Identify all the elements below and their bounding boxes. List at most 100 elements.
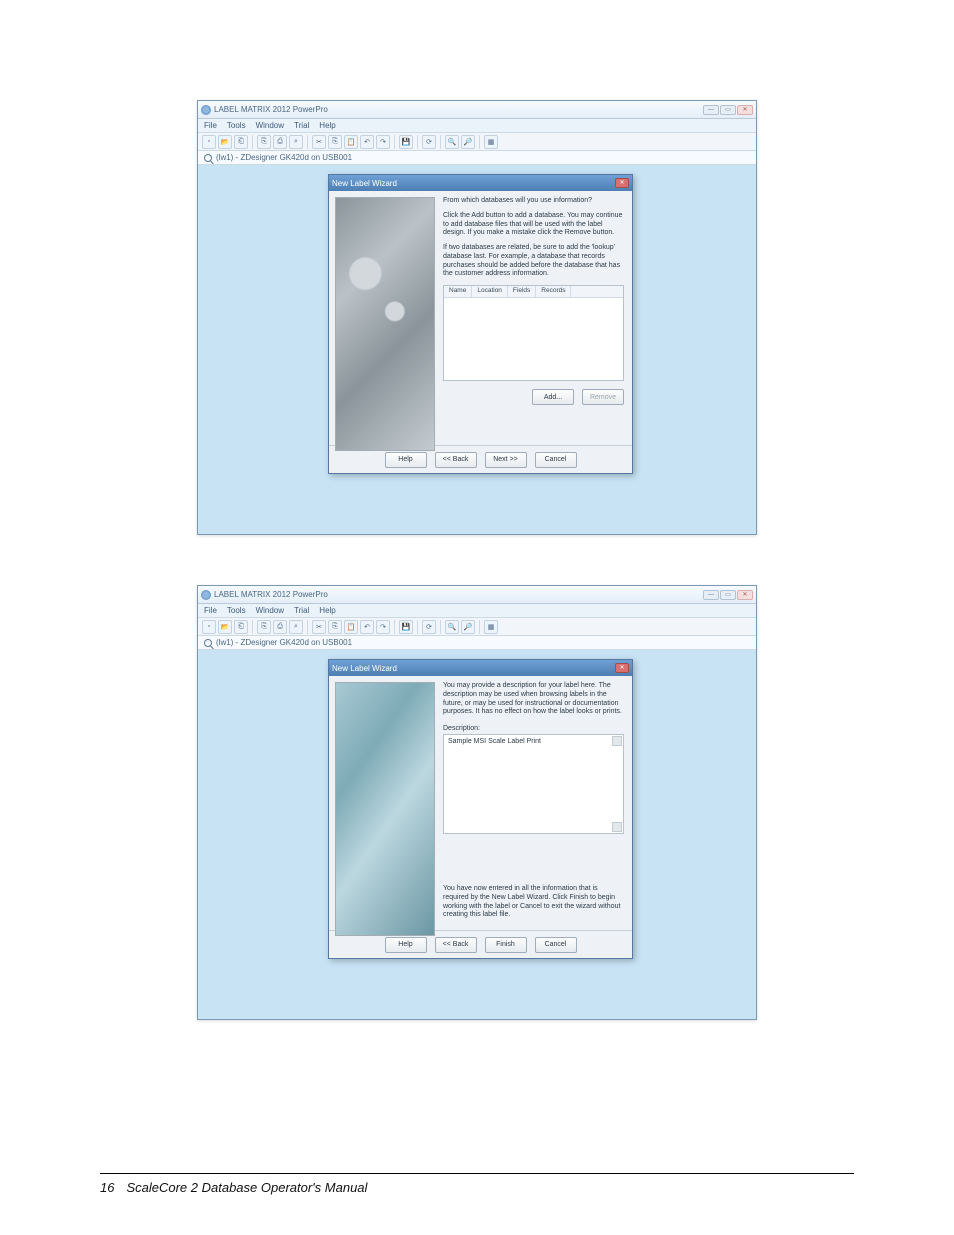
tb-print-icon[interactable]: ⎙	[273, 620, 287, 634]
tb-open-icon[interactable]: 📂	[218, 135, 232, 149]
description-input[interactable]: Sample MSI Scale Label Print	[443, 734, 624, 834]
tb-close-icon[interactable]: ⎗	[234, 135, 248, 149]
menu-tools[interactable]: Tools	[227, 606, 246, 615]
col-records[interactable]: Records	[536, 286, 571, 297]
next-button[interactable]: Next >>	[485, 452, 527, 468]
database-table: Name Location Fields Records	[443, 285, 624, 381]
tb-sep	[307, 135, 308, 149]
tb-sep	[417, 620, 418, 634]
menu-window[interactable]: Window	[256, 121, 284, 130]
menu-file[interactable]: File	[204, 121, 217, 130]
menu-trial[interactable]: Trial	[294, 121, 309, 130]
tb-cut-icon[interactable]: ✂	[312, 135, 326, 149]
tb-undo-icon[interactable]: ↶	[360, 135, 374, 149]
database-table-body	[444, 298, 623, 380]
wizard-close-button[interactable]: ✕	[615, 663, 629, 673]
tb-redo-icon[interactable]: ↷	[376, 620, 390, 634]
wizard-finish-note: You have now entered in all the informat…	[443, 885, 624, 920]
tb-new-icon[interactable]: ▫	[202, 620, 216, 634]
tb-paste-icon[interactable]: 📋	[344, 135, 358, 149]
menu-tools[interactable]: Tools	[227, 121, 246, 130]
tb-grid-icon[interactable]: ▦	[484, 135, 498, 149]
add-button[interactable]: Add...	[532, 389, 574, 405]
minimize-button[interactable]: —	[703, 105, 719, 115]
tb-cut-icon[interactable]: ✂	[312, 620, 326, 634]
wizard-titlebar: New Label Wizard ✕	[329, 660, 632, 676]
workspace-canvas: New Label Wizard ✕ From which databases …	[198, 165, 756, 534]
menu-window[interactable]: Window	[256, 606, 284, 615]
scroll-down-icon[interactable]	[612, 822, 622, 832]
tb-refresh-icon[interactable]: ⟳	[422, 135, 436, 149]
tb-new-icon[interactable]: ▫	[202, 135, 216, 149]
tb-copy-icon[interactable]: ⎘	[328, 135, 342, 149]
tb-refresh-icon[interactable]: ⟳	[422, 620, 436, 634]
help-button[interactable]: Help	[385, 452, 427, 468]
workspace-canvas: New Label Wizard ✕ You may provide a des…	[198, 650, 756, 1019]
tb-sep	[440, 620, 441, 634]
cancel-button[interactable]: Cancel	[535, 452, 577, 468]
tb-sep	[417, 135, 418, 149]
tb-sep	[479, 620, 480, 634]
tb-save-icon[interactable]: 💾	[399, 620, 413, 634]
tb-zoomin-icon[interactable]: 🔎	[461, 620, 475, 634]
tb-sep	[307, 620, 308, 634]
menu-help[interactable]: Help	[319, 606, 335, 615]
help-button[interactable]: Help	[385, 937, 427, 953]
tb-preview-icon[interactable]: ⌕	[289, 135, 303, 149]
tb-open-icon[interactable]: 📂	[218, 620, 232, 634]
tb-grid-icon[interactable]: ▦	[484, 620, 498, 634]
tb-paste-icon[interactable]: 📋	[344, 620, 358, 634]
printer-label: (lw1) - ZDesigner GK420d on USB001	[216, 153, 352, 162]
tb-copy-icon[interactable]: ⎘	[328, 620, 342, 634]
menu-file[interactable]: File	[204, 606, 217, 615]
col-name[interactable]: Name	[444, 286, 472, 297]
document-page: LABEL MATRIX 2012 PowerPro — ▭ ✕ File To…	[0, 0, 954, 1235]
maximize-button[interactable]: ▭	[720, 590, 736, 600]
wizard-image	[335, 197, 435, 451]
scroll-up-icon[interactable]	[612, 736, 622, 746]
maximize-button[interactable]: ▭	[720, 105, 736, 115]
minimize-button[interactable]: —	[703, 590, 719, 600]
back-button[interactable]: << Back	[435, 452, 477, 468]
menu-help[interactable]: Help	[319, 121, 335, 130]
menubar: File Tools Window Trial Help	[198, 119, 756, 133]
wizard-instruction-1: Click the Add button to add a database. …	[443, 212, 624, 238]
col-location[interactable]: Location	[472, 286, 508, 297]
page-number: 16	[100, 1180, 114, 1195]
tb-newdoc-icon[interactable]: ⎘	[257, 620, 271, 634]
wizard-titlebar: New Label Wizard ✕	[329, 175, 632, 191]
app-titlebar: LABEL MATRIX 2012 PowerPro — ▭ ✕	[198, 101, 756, 119]
remove-button[interactable]: Remove	[582, 389, 624, 405]
back-button[interactable]: << Back	[435, 937, 477, 953]
tb-zoomout-icon[interactable]: 🔍	[445, 135, 459, 149]
printer-label: (lw1) - ZDesigner GK420d on USB001	[216, 638, 352, 647]
wizard-question: From which databases will you use inform…	[443, 197, 624, 206]
tb-close-icon[interactable]: ⎗	[234, 620, 248, 634]
tb-undo-icon[interactable]: ↶	[360, 620, 374, 634]
wizard-close-button[interactable]: ✕	[615, 178, 629, 188]
wizard-desc-instruction: You may provide a description for your l…	[443, 682, 624, 717]
col-fields[interactable]: Fields	[508, 286, 536, 297]
app-icon	[201, 590, 211, 600]
toolbar: ▫ 📂 ⎗ ⎘ ⎙ ⌕ ✂ ⎘ 📋 ↶ ↷ 💾 ⟳ 🔍 🔎 ▦	[198, 618, 756, 636]
infobar: (lw1) - ZDesigner GK420d on USB001	[198, 151, 756, 165]
app-icon	[201, 105, 211, 115]
tb-zoomin-icon[interactable]: 🔎	[461, 135, 475, 149]
tb-print-icon[interactable]: ⎙	[273, 135, 287, 149]
cancel-button[interactable]: Cancel	[535, 937, 577, 953]
tb-sep	[440, 135, 441, 149]
finish-button[interactable]: Finish	[485, 937, 527, 953]
menu-trial[interactable]: Trial	[294, 606, 309, 615]
tb-preview-icon[interactable]: ⌕	[289, 620, 303, 634]
tb-save-icon[interactable]: 💾	[399, 135, 413, 149]
tb-sep	[252, 135, 253, 149]
tb-zoomout-icon[interactable]: 🔍	[445, 620, 459, 634]
wizard-instruction-2: If two databases are related, be sure to…	[443, 244, 624, 279]
page-footer: 16 ScaleCore 2 Database Operator's Manua…	[100, 1173, 854, 1195]
close-button[interactable]: ✕	[737, 590, 753, 600]
close-button[interactable]: ✕	[737, 105, 753, 115]
tb-newdoc-icon[interactable]: ⎘	[257, 135, 271, 149]
tb-sep	[479, 135, 480, 149]
tb-sep	[252, 620, 253, 634]
tb-redo-icon[interactable]: ↷	[376, 135, 390, 149]
